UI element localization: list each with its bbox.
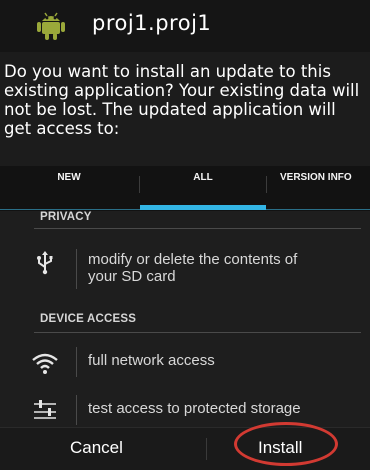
permission-divider <box>76 395 77 425</box>
section-header-device-access: DEVICE ACCESS <box>40 313 137 325</box>
usb-icon <box>37 251 53 275</box>
permission-divider <box>76 249 77 289</box>
tab-bar: NEW ALL VERSION INFO <box>0 166 370 211</box>
button-divider <box>206 438 207 460</box>
section-divider <box>34 332 361 333</box>
permission-item-protected-storage[interactable]: test access to protected storage <box>88 400 368 417</box>
settings-sliders-icon <box>34 400 56 419</box>
dialog-header: proj1.proj1 <box>0 0 370 52</box>
permission-divider <box>76 347 77 377</box>
permission-list[interactable]: PRIVACY modify or delete the contents of… <box>0 211 370 427</box>
tab-new[interactable]: NEW <box>0 166 138 211</box>
permission-item-sd-card[interactable]: modify or delete the contents of your SD… <box>88 251 368 285</box>
tab-selected-indicator <box>140 205 266 210</box>
permission-text-line1: modify or delete the contents of <box>88 251 298 268</box>
section-header-privacy: PRIVACY <box>40 211 92 223</box>
dialog-title: proj1.proj1 <box>92 11 212 35</box>
android-robot-icon <box>37 12 65 40</box>
highlight-annotation <box>234 422 338 466</box>
permission-item-network[interactable]: full network access <box>88 352 368 369</box>
tab-divider <box>266 176 267 193</box>
tab-version-info[interactable]: VERSION INFO <box>280 166 370 211</box>
section-divider <box>34 228 361 229</box>
install-message: Do you want to install an update to this… <box>4 62 360 138</box>
permission-text-line2: your SD card <box>88 268 176 285</box>
wifi-icon <box>32 353 58 374</box>
cancel-button[interactable]: Cancel <box>70 428 123 470</box>
